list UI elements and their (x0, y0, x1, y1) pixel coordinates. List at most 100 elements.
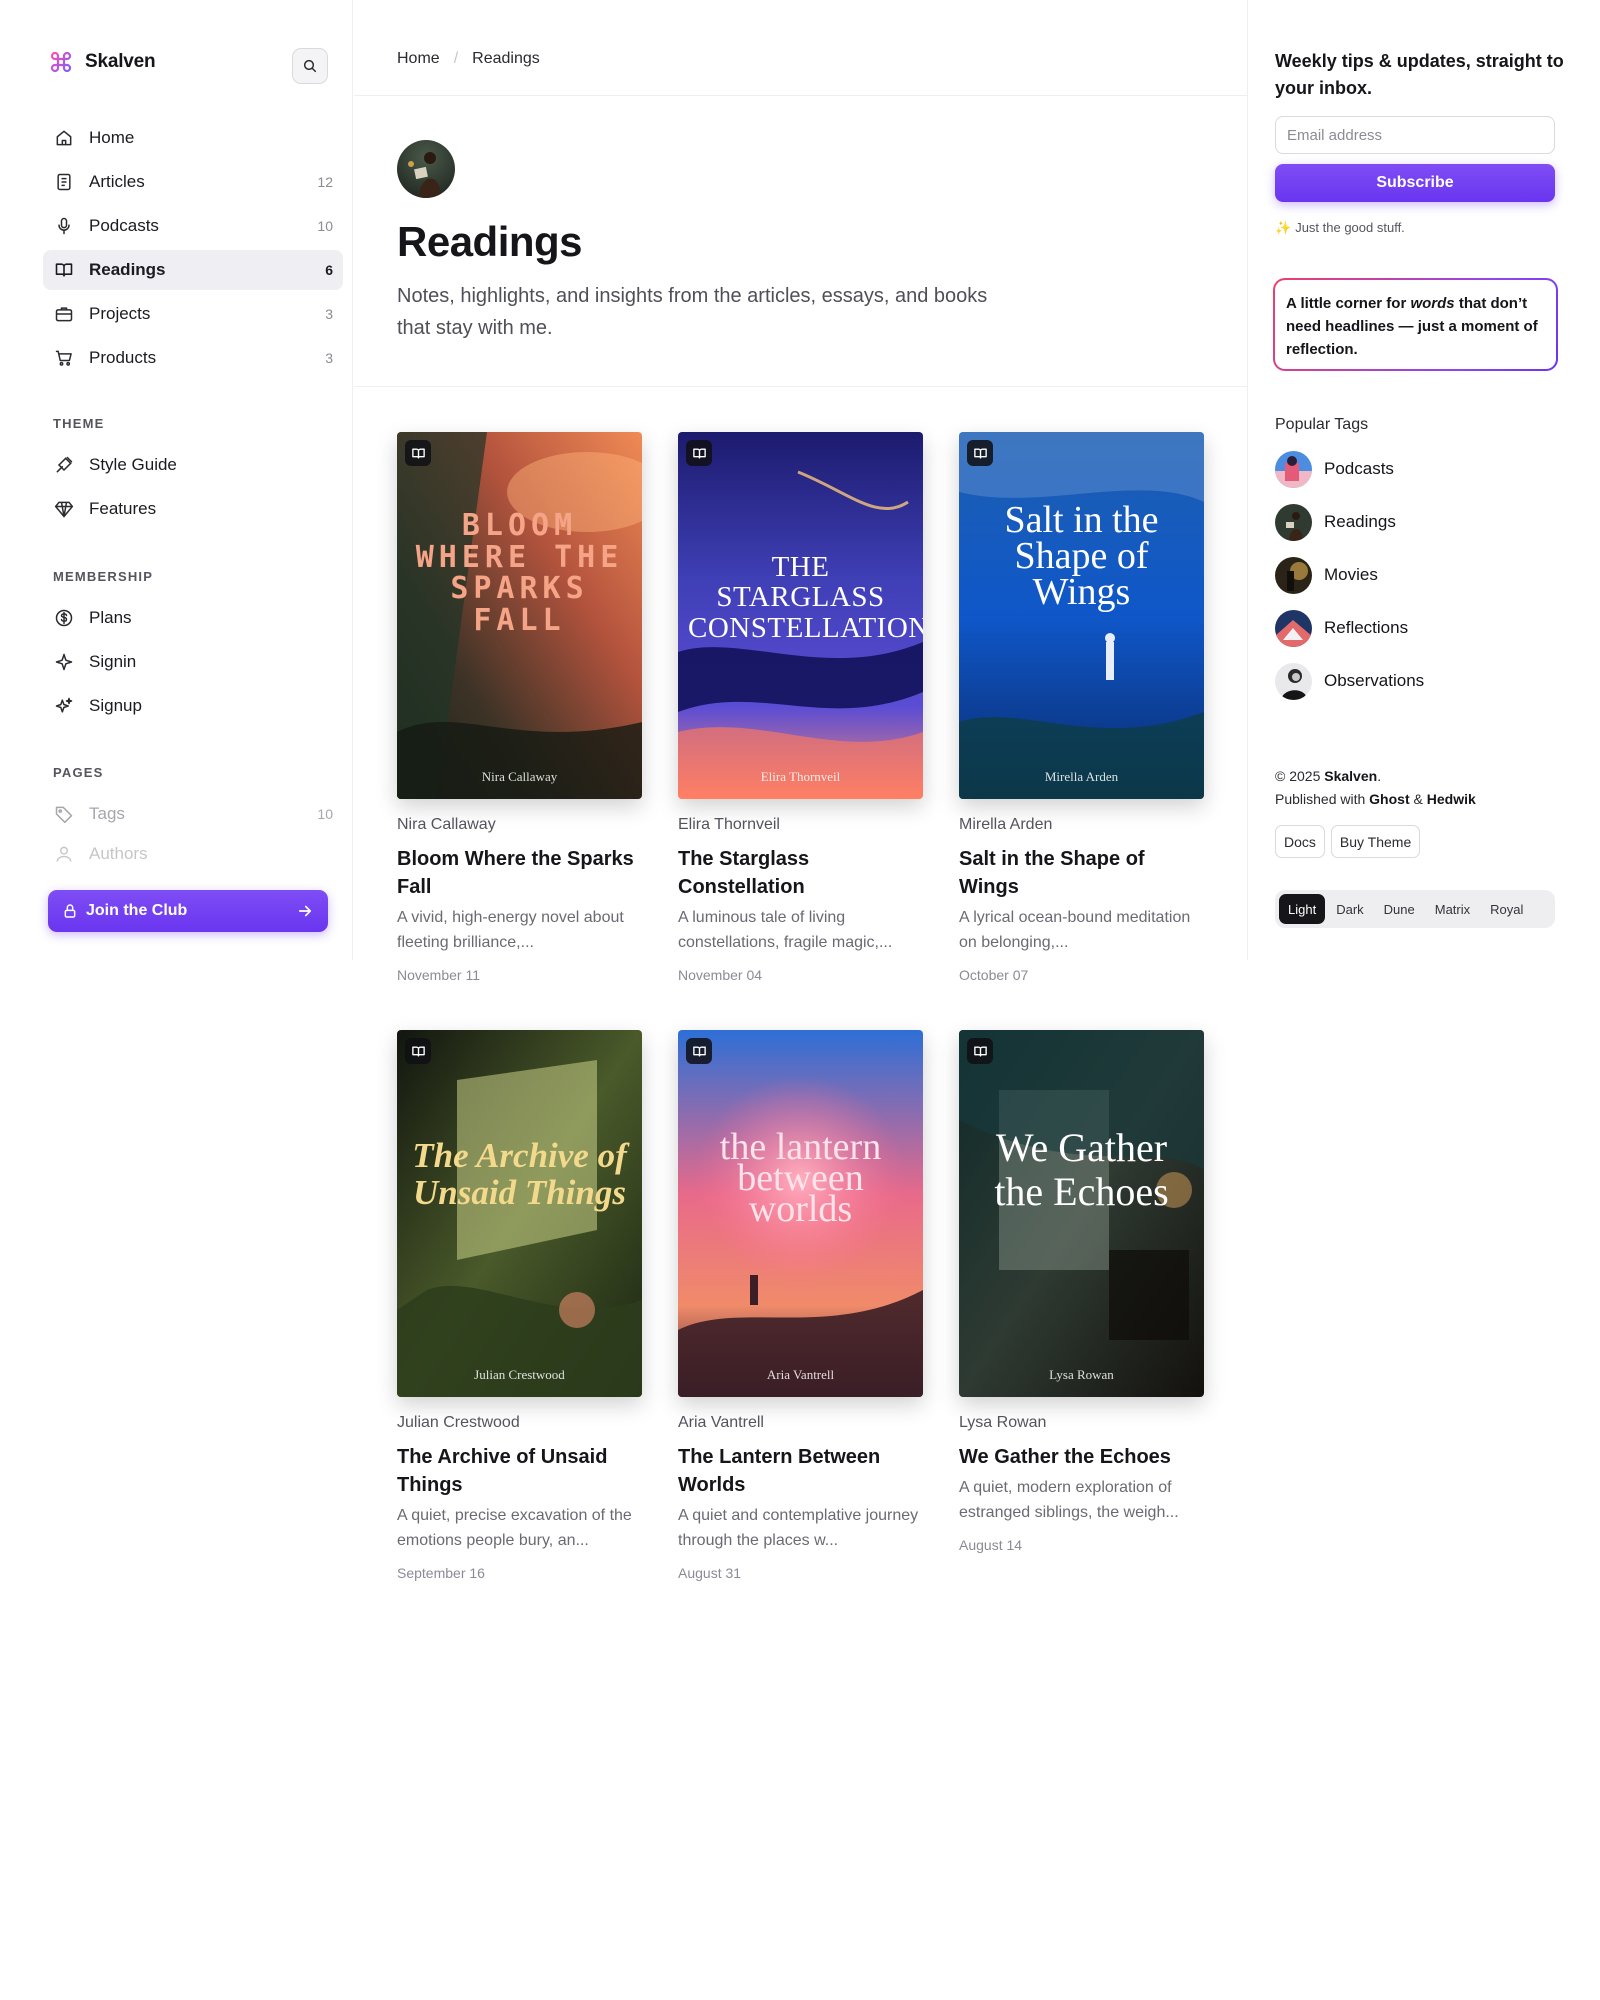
nav-item-tags[interactable]: Tags 10 (43, 794, 343, 834)
nav-count: 12 (317, 174, 333, 190)
book-cover[interactable]: Salt in the Shape of Wings Mirella Arden (959, 432, 1204, 799)
nav-label: Authors (89, 844, 148, 862)
nav-label: Articles (89, 172, 145, 191)
nav-item-home[interactable]: Home (43, 118, 343, 158)
diamond-icon (53, 498, 75, 520)
page-description: Notes, highlights, and insights from the… (397, 285, 988, 339)
reading-card[interactable]: BLOOM WHERE THE SPARKS FALL Nira Callawa… (397, 432, 642, 983)
reading-card[interactable]: The Archive of Unsaid Things Julian Cres… (397, 1030, 642, 1581)
quote-emphasis: words (1410, 295, 1455, 312)
quote-card: A little corner for words that don’t nee… (1273, 278, 1558, 371)
sparkle-icon (53, 651, 75, 673)
breadcrumb: Home / Readings (397, 50, 540, 68)
nav-item-signin[interactable]: Signin (43, 642, 343, 682)
book-cover[interactable]: We Gather the Echoes Lysa Rowan (959, 1030, 1204, 1397)
reading-card[interactable]: Salt in the Shape of Wings Mirella Arden… (959, 432, 1204, 983)
breadcrumb-home[interactable]: Home (397, 50, 440, 68)
cover-title: BLOOM WHERE THE SPARKS FALL (415, 508, 624, 638)
card-author: Lysa Rowan (959, 1414, 1047, 1431)
nav-item-podcasts[interactable]: Podcasts 10 (43, 206, 343, 246)
nav-item-signup[interactable]: Signup (43, 686, 343, 726)
cart-icon (53, 347, 75, 369)
nav-label: Home (89, 128, 135, 147)
footer-links: Docs Buy Theme (1275, 825, 1421, 858)
theme-option-light[interactable]: Light (1279, 894, 1326, 924)
nav-label: Features (89, 499, 157, 518)
card-title[interactable]: The Starglass Constellation (678, 845, 923, 901)
popular-tags-title: Popular Tags (1275, 416, 1369, 433)
hint-text: Just the good stuff. (1295, 220, 1405, 235)
tag-label: Movies (1324, 565, 1378, 584)
tag-avatar (397, 140, 455, 198)
card-author: Elira Thornveil (678, 816, 780, 833)
nav-item-authors[interactable]: Authors (43, 840, 343, 862)
join-club-button[interactable]: Join the Club (48, 890, 328, 932)
nav-item-style-guide[interactable]: Style Guide (43, 445, 343, 485)
search-button[interactable] (292, 48, 328, 84)
card-title[interactable]: The Lantern Between Worlds (678, 1443, 923, 1499)
tag-item-reflections[interactable]: Reflections (1275, 609, 1424, 647)
nav-item-articles[interactable]: Articles 12 (43, 162, 343, 202)
tag-item-movies[interactable]: Movies (1275, 556, 1424, 594)
card-author: Mirella Arden (959, 816, 1053, 833)
breadcrumb-current: Readings (472, 50, 540, 67)
theme-option-royal[interactable]: Royal (1481, 894, 1532, 924)
book-icon (405, 440, 431, 466)
subscribe-button[interactable]: Subscribe (1275, 164, 1555, 202)
pages-nav: Tags 10 (43, 794, 343, 838)
book-cover[interactable]: THE STARGLASS CONSTELLATION Elira Thornv… (678, 432, 923, 799)
tag-item-podcasts[interactable]: Podcasts (1275, 450, 1424, 488)
ghost-link[interactable]: Ghost (1369, 791, 1409, 807)
nav-label: Plans (89, 608, 132, 627)
published-amp: & (1409, 791, 1427, 807)
nav-item-projects[interactable]: Projects 3 (43, 294, 343, 334)
paint-tools-icon (53, 454, 75, 476)
reading-card[interactable]: the lantern between worlds Aria Vantrell… (678, 1030, 923, 1581)
card-excerpt: A lyrical ocean-bound meditation on belo… (959, 909, 1191, 951)
theme-switcher: Light Dark Dune Matrix Royal (1275, 890, 1555, 928)
tag-label: Reflections (1324, 618, 1409, 637)
card-date: October 07 (959, 967, 1029, 983)
theme-option-dune[interactable]: Dune (1375, 894, 1424, 924)
brand-link[interactable]: Skalven (49, 50, 156, 74)
card-title[interactable]: Salt in the Shape of Wings (959, 845, 1204, 901)
nav-item-products[interactable]: Products 3 (43, 338, 343, 378)
nav-item-readings[interactable]: Readings 6 (43, 250, 343, 290)
book-icon (686, 1038, 712, 1064)
cover-title: The Archive of Unsaid Things (412, 1136, 627, 1212)
tag-item-observations[interactable]: Observations (1275, 662, 1424, 700)
lock-icon (64, 904, 76, 918)
tag-item-readings[interactable]: Readings (1275, 503, 1424, 541)
nav-label: Signup (89, 696, 142, 715)
email-input[interactable] (1275, 116, 1555, 154)
nav-label: Readings (89, 260, 166, 279)
brand-name: Skalven (85, 51, 156, 72)
theme-option-dark[interactable]: Dark (1327, 894, 1372, 924)
nav-count: 6 (325, 262, 333, 278)
card-author: Nira Callaway (397, 816, 496, 833)
primary-nav: Home Articles 12 Podcasts 10 Readings 6 … (43, 118, 343, 382)
cover-author: Lysa Rowan (1049, 1367, 1114, 1382)
tag-avatar (1275, 556, 1312, 594)
book-cover[interactable]: BLOOM WHERE THE SPARKS FALL Nira Callawa… (397, 432, 642, 799)
book-cover[interactable]: the lantern between worlds Aria Vantrell (678, 1030, 923, 1397)
book-cover[interactable]: The Archive of Unsaid Things Julian Cres… (397, 1030, 642, 1397)
nav-item-features[interactable]: Features (43, 489, 343, 529)
briefcase-icon (53, 303, 75, 325)
card-title[interactable]: Bloom Where the Sparks Fall (397, 845, 642, 901)
theme-option-matrix[interactable]: Matrix (1426, 894, 1479, 924)
reading-card[interactable]: THE STARGLASS CONSTELLATION Elira Thornv… (678, 432, 923, 983)
cover-author: Elira Thornveil (760, 769, 841, 784)
buy-theme-link[interactable]: Buy Theme (1330, 825, 1421, 858)
docs-link[interactable]: Docs (1275, 825, 1325, 858)
nav-count: 10 (317, 806, 333, 822)
hedwik-link[interactable]: Hedwik (1427, 791, 1476, 807)
card-title[interactable]: We Gather the Echoes (959, 1443, 1204, 1471)
reading-card[interactable]: We Gather the Echoes Lysa Rowan Lysa Row… (959, 1030, 1204, 1553)
microphone-icon (53, 215, 75, 237)
card-title[interactable]: The Archive of Unsaid Things (397, 1443, 642, 1499)
divider (354, 386, 1247, 387)
nav-item-plans[interactable]: Plans (43, 598, 343, 638)
book-icon (967, 440, 993, 466)
copyright-brand[interactable]: Skalven (1324, 768, 1377, 784)
